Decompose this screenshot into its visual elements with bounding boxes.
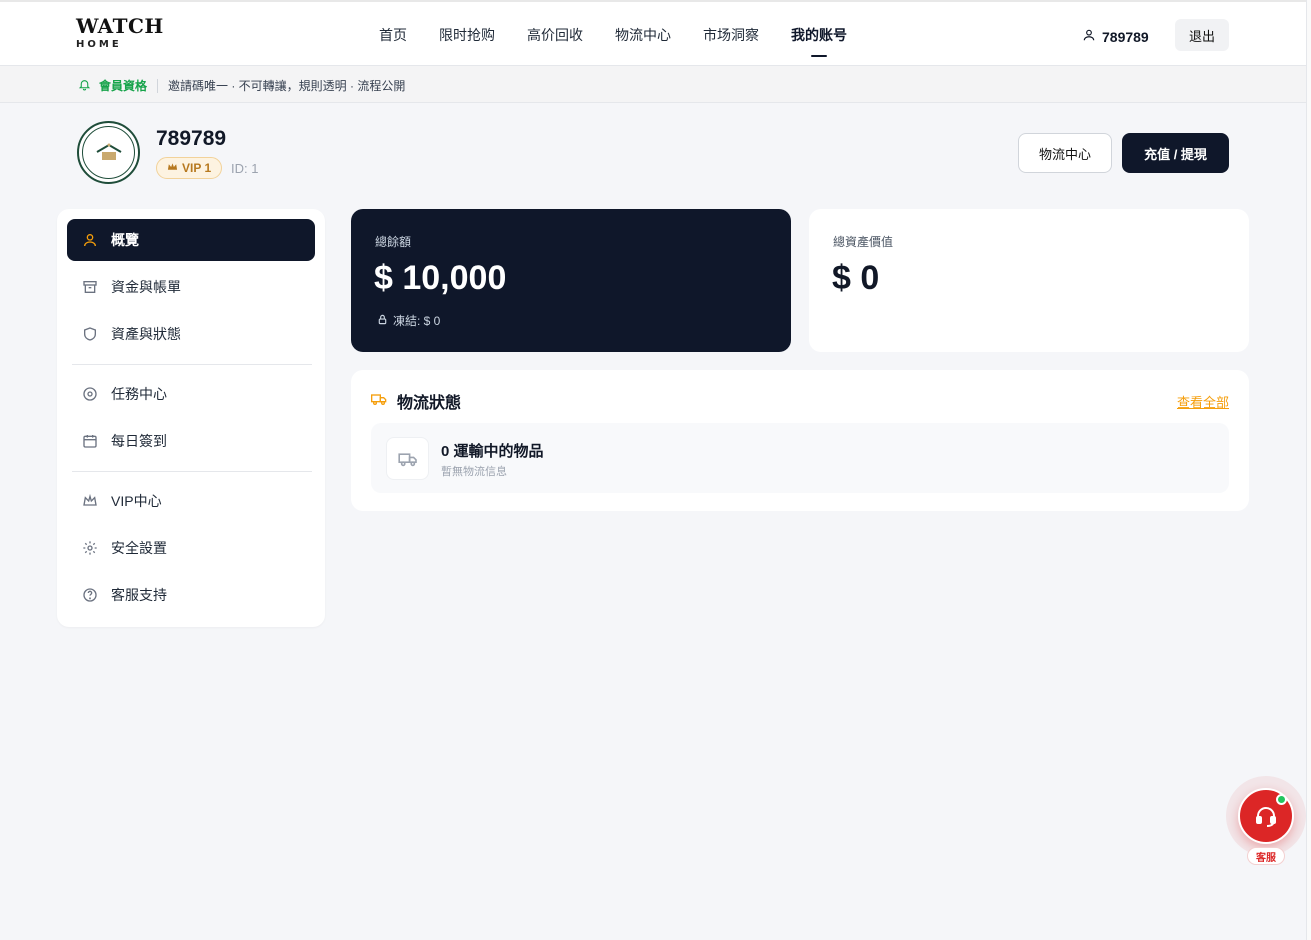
sidebar-item-security[interactable]: 安全設置 (67, 527, 315, 569)
nav-logistics[interactable]: 物流中心 (615, 25, 671, 45)
recharge-withdraw-button[interactable]: 充值 / 提現 (1122, 133, 1229, 173)
sidebar-item-checkin[interactable]: 每日簽到 (67, 420, 315, 462)
house-logo-icon (95, 143, 122, 160)
balance-label: 總餘額 (375, 235, 412, 249)
crown-icon (81, 492, 99, 510)
user-id: ID: 1 (231, 161, 259, 176)
target-icon (81, 385, 99, 403)
sidebar-item-label: 客服支持 (111, 587, 167, 603)
avatar-inner (82, 126, 135, 179)
nav-home[interactable]: 首页 (379, 25, 407, 45)
assets-value: $ 0 (832, 259, 880, 297)
sidebar-item-label: 每日簽到 (111, 433, 167, 449)
online-indicator (1276, 794, 1287, 805)
archive-icon (81, 278, 99, 296)
sidebar-item-assets[interactable]: 資產與狀態 (67, 313, 315, 355)
frozen-text: 凍結: $ 0 (393, 314, 441, 328)
sidebar-divider (72, 364, 312, 365)
support-label: 客服 (1247, 847, 1285, 865)
sidebar-item-funds[interactable]: 資金與帳單 (67, 266, 315, 308)
sidebar-item-tasks[interactable]: 任務中心 (67, 373, 315, 415)
sidebar-item-label: 任務中心 (111, 386, 167, 402)
header-user[interactable]: 789789 (1082, 28, 1149, 45)
sidebar-item-support[interactable]: 客服支持 (67, 574, 315, 616)
truck-icon (371, 392, 387, 411)
main-nav: 首页 限时抢购 高价回收 物流中心 市场洞察 我的账号 (379, 25, 847, 45)
notice-text: 邀請碼唯一 · 不可轉讓，規則透明 · 流程公開 (168, 79, 406, 93)
nav-recycle[interactable]: 高价回收 (527, 25, 583, 45)
nav-market[interactable]: 市场洞察 (703, 25, 759, 45)
frozen-amount: 凍結: $ 0 (377, 312, 440, 329)
nav-my-account[interactable]: 我的账号 (791, 25, 847, 45)
scrollbar[interactable] (1306, 0, 1311, 940)
sidebar: 概覽 資金與帳單 資產與狀態 任務中心 每日簽到 VIP中心 安全設置 客服支持 (57, 209, 325, 627)
sidebar-item-label: VIP中心 (111, 493, 162, 509)
brand-logo[interactable]: WATCH HOME (76, 16, 164, 50)
sidebar-item-label: 資產與狀態 (111, 326, 181, 342)
notice-divider (157, 78, 159, 93)
truck-icon (386, 437, 429, 480)
sidebar-item-overview[interactable]: 概覽 (67, 219, 315, 261)
shield-icon (81, 325, 99, 343)
notice-bar: 會員資格 邀請碼唯一 · 不可轉讓，規則透明 · 流程公開 (0, 66, 1306, 103)
logistics-title: 物流狀態 (371, 389, 461, 413)
support-widget[interactable]: 客服 (1226, 776, 1306, 866)
vip-level: VIP 1 (182, 161, 212, 175)
header-username: 789789 (1102, 28, 1149, 45)
bell-icon (78, 78, 91, 94)
logistics-title-text: 物流狀態 (397, 395, 462, 412)
logistics-summary: 0 運輸中的物品 暫無物流信息 (371, 423, 1229, 493)
vip-badge[interactable]: VIP 1 (156, 157, 223, 179)
logout-button[interactable]: 退出 (1175, 19, 1229, 51)
avatar (77, 121, 140, 184)
user-icon (1082, 28, 1096, 45)
view-all-link[interactable]: 查看全部 (1177, 392, 1229, 411)
crown-icon (167, 161, 178, 175)
assets-label: 總資產價值 (833, 235, 894, 249)
brand-sub: HOME (76, 39, 122, 50)
nav-flash-sale[interactable]: 限时抢购 (439, 25, 495, 45)
calendar-icon (81, 432, 99, 450)
help-icon (81, 586, 99, 604)
brand-name: WATCH (76, 14, 164, 38)
balance-card: 總餘額 $ 10,000 凍結: $ 0 (351, 209, 791, 352)
in-transit-count: 0 運輸中的物品 (441, 443, 544, 460)
sidebar-item-label: 安全設置 (111, 540, 167, 556)
profile-username: 789789 (156, 127, 227, 150)
sidebar-item-label: 概覽 (111, 232, 139, 248)
user-icon (81, 231, 99, 249)
sidebar-divider (72, 471, 312, 472)
logistics-card: 物流狀態 查看全部 0 運輸中的物品 暫無物流信息 (351, 370, 1249, 511)
balance-value: $ 10,000 (374, 259, 507, 297)
sidebar-item-label: 資金與帳單 (111, 279, 181, 295)
top-header: WATCH HOME 首页 限时抢购 高价回收 物流中心 市场洞察 我的账号 7… (0, 0, 1306, 66)
lock-icon (377, 314, 388, 328)
logistics-empty-text: 暫無物流信息 (441, 466, 507, 478)
gear-icon (81, 539, 99, 557)
notice-label: 會員資格 (99, 79, 148, 93)
logistics-center-button[interactable]: 物流中心 (1018, 133, 1112, 173)
sidebar-item-vip[interactable]: VIP中心 (67, 480, 315, 522)
assets-card: 總資產價值 $ 0 (809, 209, 1249, 352)
headset-icon (1256, 807, 1276, 827)
